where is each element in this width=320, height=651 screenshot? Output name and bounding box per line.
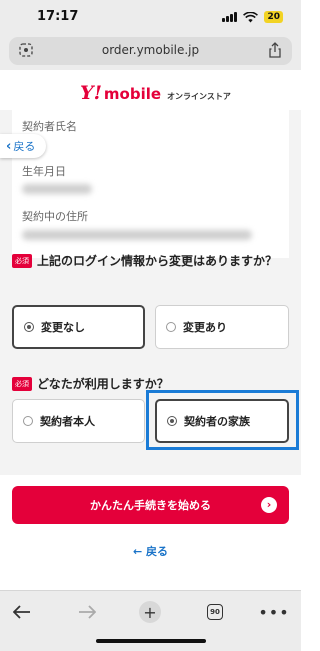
start-procedure-button[interactable]: かんたん手続きを始める › [12,486,289,524]
tabs-button-wrapper: 90 [203,601,227,623]
back-link-label: 戻る [146,545,169,558]
back-link[interactable]: ← 戻る [0,543,301,559]
option-no-change[interactable]: 変更なし [12,305,145,349]
logo-mark: Y! [80,82,102,104]
option-contract-holder[interactable]: 契約者本人 [12,399,145,443]
required-badge: 必須 [12,376,32,391]
option-label: 変更なし [41,321,85,334]
status-bar: 17:17 20 [0,0,301,36]
tabs-count-icon[interactable]: 90 [207,604,223,620]
status-time: 17:17 [37,9,79,24]
radio-unchecked-icon [23,416,33,426]
address-label: 契約中の住所 [22,210,88,223]
contract-name-label: 契約者氏名 [22,120,77,133]
url-text: order.ymobile.jp [101,43,200,57]
login-info-card: 契約者氏名 生年月日 契約中の住所 [12,110,289,258]
question-login-change: 必須 上記のログイン情報から変更はありますか？ [12,252,277,269]
site-header: Y! mobile オンラインストア [0,70,301,110]
required-badge: 必須 [12,253,32,268]
arrow-right-circle-icon: › [261,497,277,513]
logo-text: mobile [103,85,162,103]
birthdate-label: 生年月日 [22,165,66,178]
logo-subtitle: オンラインストア [167,92,231,101]
address-value-redacted [22,230,252,240]
battery-icon: 20 [264,11,283,23]
forward-arrow-icon[interactable] [75,601,99,623]
start-button-label: かんたん手続きを始める [90,499,211,512]
ymobile-logo[interactable]: Y! mobile オンラインストア [80,82,231,104]
chevron-left-icon: ‹ [6,138,12,154]
question-text: 上記のログイン情報から変更はありますか？ [37,254,278,268]
share-icon[interactable] [268,42,282,58]
signal-icon [222,12,238,22]
radio-unchecked-icon [166,322,176,332]
option-label: 契約者本人 [40,415,95,428]
floating-back-label: 戻る [13,140,36,153]
option-label: 変更あり [183,321,227,334]
floating-back-button[interactable]: ‹ 戻る [0,134,46,158]
address-bar[interactable]: order.ymobile.jp [9,37,292,65]
arrow-left-icon: ← [132,545,147,558]
back-arrow-icon[interactable] [10,601,34,623]
home-indicator [96,639,206,643]
birthdate-value-redacted [22,184,92,194]
wifi-icon [243,11,259,22]
status-icons: 20 [222,11,283,23]
more-options-icon[interactable]: ••• [258,601,288,623]
option-has-change[interactable]: 変更あり [155,305,289,349]
browser-address-area: order.ymobile.jp [0,36,301,70]
new-tab-plus-icon[interactable]: + [139,601,161,623]
radio-checked-icon [24,322,34,332]
browser-toolbar: + 90 ••• [0,590,301,651]
highlight-annotation [146,390,299,450]
